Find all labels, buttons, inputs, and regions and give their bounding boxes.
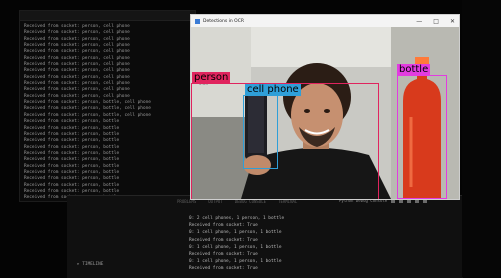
close-button[interactable]: ✕ (450, 18, 455, 25)
console-line: Received from socket: True (189, 237, 284, 244)
desktop-background (462, 0, 501, 277)
cell-phone-label: cell phone (245, 84, 301, 96)
camera-feed: 0.84 person cell phone bottle (191, 27, 459, 199)
camera-detection-window[interactable]: Detections in OCR — □ ✕ (190, 14, 460, 200)
bottle-bounding-box (397, 75, 447, 199)
console-line: 0: 1 cell phone, 1 person, 1 bottle (189, 244, 284, 251)
terminal-output: 0: 2 cell phones, 1 person, 1 bottleRece… (189, 215, 284, 273)
console-line: Received from socket: True (189, 265, 284, 272)
person-bounding-box (191, 83, 379, 199)
console-line: 0: 1 cell phone, 1 person, 1 bottle (189, 229, 284, 236)
terminal-title-bar[interactable] (20, 11, 195, 21)
background-terminal-window[interactable]: Received from socket: person, cell phone… (19, 10, 196, 202)
console-line: Received from socket: True (189, 222, 284, 229)
app-icon (195, 19, 200, 24)
terminal-output: Received from socket: person, cell phone… (20, 21, 195, 202)
console-line: 0: 2 cell phones, 1 person, 1 bottle (189, 215, 284, 222)
maximize-button[interactable]: □ (433, 18, 439, 25)
editor-terminal-panel: PROBLEMSOUTPUTDEBUG CONSOLETERMINAL Pyth… (67, 195, 463, 278)
window-title: Detections in OCR (203, 19, 244, 24)
sidebar-section[interactable]: ▸ TIMELINE (77, 262, 103, 267)
person-label: person (192, 72, 230, 84)
minimize-button[interactable]: — (416, 18, 422, 25)
cell-phone-bounding-box (243, 95, 278, 169)
bottle-label: bottle (397, 64, 430, 76)
sidebar-section-label: ▸ TIMELINE (77, 262, 103, 267)
console-line: 0: 1 cell phone, 1 person, 1 bottle (189, 258, 284, 265)
window-title-bar[interactable]: Detections in OCR — □ ✕ (191, 15, 459, 27)
console-line: Received from socket: True (189, 251, 284, 258)
